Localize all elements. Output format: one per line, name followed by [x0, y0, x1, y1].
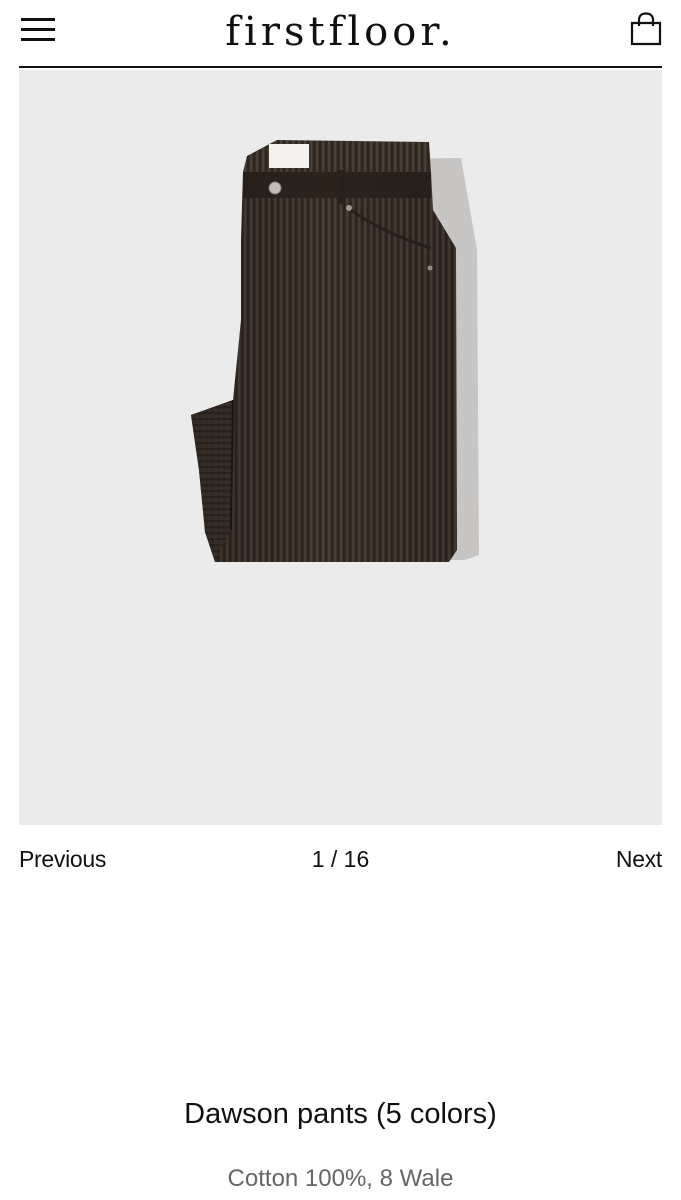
- image-counter: 1 / 16: [311, 846, 370, 872]
- product-image[interactable]: [19, 70, 662, 825]
- product-title: Dawson pants (5 colors): [184, 1098, 497, 1130]
- brand-logo[interactable]: firstfloor.: [19, 6, 662, 58]
- corduroy-pants-image: [191, 140, 479, 562]
- site-header: firstfloor.: [19, 0, 662, 68]
- cart-button[interactable]: [630, 12, 662, 46]
- product-material: Cotton 100%, 8 Wale: [227, 1165, 454, 1192]
- shopping-bag-icon: [630, 12, 662, 46]
- product-page: firstfloor. Previous 1 / 16 Next Dawson …: [0, 0, 681, 1200]
- gallery-navigation: Previous 1 / 16 Next: [19, 842, 662, 876]
- next-button[interactable]: Next: [616, 842, 662, 876]
